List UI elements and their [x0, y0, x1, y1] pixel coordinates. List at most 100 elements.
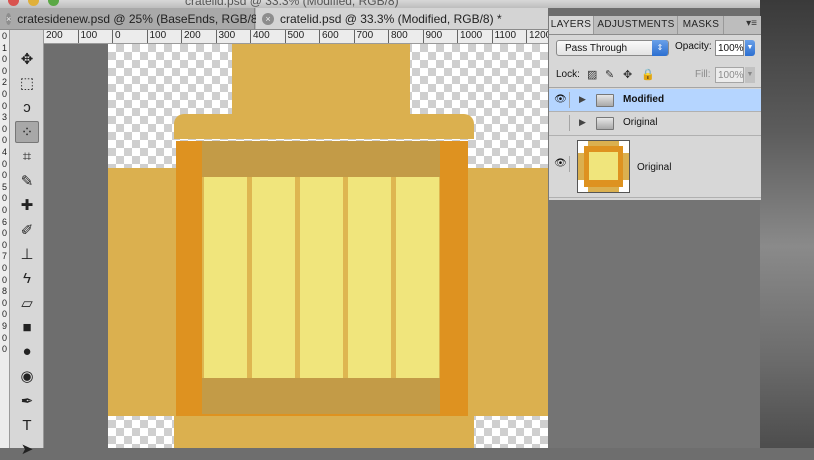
eyedropper-icon[interactable]: ✎ — [15, 170, 39, 192]
ruler-tick-label: 0 — [1, 297, 7, 308]
eraser-icon[interactable]: ▱ — [15, 292, 39, 314]
ruler-tick-label: 1200 — [525, 30, 548, 43]
ruler-tick-label: 500 — [284, 30, 305, 43]
layer-row-original[interactable]: 👁 Original — [549, 136, 761, 198]
stamp-icon[interactable]: ⊥ — [15, 243, 39, 265]
gradient-icon[interactable]: ■ — [15, 316, 39, 338]
crate-plank — [348, 177, 391, 378]
ruler-tick-label: 0 — [1, 89, 7, 99]
ruler-tick-label: 0 — [1, 158, 7, 169]
close-window-icon[interactable] — [8, 0, 19, 6]
ruler-tick-label: 300 — [215, 30, 236, 43]
ruler-tick-label: 100 — [146, 30, 167, 43]
layer-name: Original — [623, 117, 658, 128]
dodge-icon[interactable]: ◉ — [15, 365, 39, 387]
ruler-tick-label: 0 — [1, 135, 7, 146]
visibility-toggle[interactable] — [552, 115, 570, 131]
ruler-tick-label: 6 — [1, 216, 7, 227]
lock-position-icon[interactable]: ✥ — [623, 68, 632, 81]
ruler-tick-label: 800 — [388, 30, 408, 43]
blur-icon[interactable]: ● — [15, 341, 39, 363]
ruler-tick-label: 900 — [422, 30, 443, 43]
ruler-tick-label: 5 — [1, 181, 7, 192]
expand-triangle-icon[interactable]: ▶ — [579, 94, 586, 105]
lock-label: Lock: — [556, 69, 580, 80]
healing-brush-icon[interactable]: ✚ — [15, 194, 39, 216]
doc-tab-cratesidenew[interactable]: × cratesidenew.psd @ 25% (BaseEnds, RGB/… — [0, 8, 262, 29]
crate-plank — [396, 177, 439, 378]
panel-tabs: LAYERS ADJUSTMENTS MASKS ▾≡ — [549, 16, 761, 35]
layer-row-original-group[interactable]: ▶ Original — [549, 112, 761, 136]
tab-masks[interactable]: MASKS — [679, 16, 724, 34]
crate-plank — [252, 177, 295, 378]
layer-row-modified[interactable]: 👁 ▶ Modified — [549, 89, 761, 112]
doc-tab-label: cratesidenew.psd @ 25% (BaseEnds, RGB/8) — [17, 11, 262, 26]
tab-adjustments[interactable]: ADJUSTMENTS — [595, 16, 678, 34]
folder-icon — [596, 117, 614, 130]
document-tab-bar: × cratesidenew.psd @ 25% (BaseEnds, RGB/… — [0, 8, 548, 30]
ruler-tick-label: 1 — [1, 42, 7, 53]
updown-arrows-icon: ⇕ — [652, 40, 668, 56]
lock-transparent-pixels-icon[interactable]: ▨ — [587, 68, 597, 81]
fill-dropdown-icon[interactable]: ▼ — [745, 67, 755, 83]
crate-top-flap — [232, 44, 410, 114]
close-tab-icon[interactable]: × — [6, 12, 12, 25]
tab-layers[interactable]: LAYERS — [549, 16, 594, 34]
zoom-window-icon[interactable] — [48, 0, 59, 6]
doc-tab-cratelid[interactable]: × cratelid.psd @ 33.3% (Modified, RGB/8)… — [256, 8, 548, 29]
visibility-eye-icon[interactable]: 👁 — [552, 156, 570, 172]
horizontal-ruler[interactable]: 200 100 0 100 200 300 400 500 600 700 800 900 1000 11… — [43, 30, 548, 44]
ruler-tick-label: 1000 — [456, 30, 483, 43]
quick-selection-icon[interactable]: ⁘ — [15, 121, 39, 144]
crate-left-flap — [108, 168, 180, 416]
ruler-tick-label: 0 — [1, 228, 7, 239]
ruler-tick-label: 600 — [319, 30, 339, 43]
lock-all-icon[interactable]: 🔒 — [641, 68, 655, 81]
panel-divider — [549, 87, 761, 88]
blend-mode-value: Pass Through — [565, 43, 628, 54]
ruler-tick-label: 0 — [1, 100, 7, 111]
layer-name: Original — [637, 162, 672, 173]
blend-mode-select[interactable]: Pass Through ⇕ — [556, 40, 669, 56]
ruler-tick-label: 3 — [1, 112, 7, 123]
visibility-eye-icon[interactable]: 👁 — [552, 92, 570, 108]
ruler-tick-label: 400 — [250, 30, 270, 43]
path-selection-icon[interactable]: ➤ — [15, 438, 39, 460]
brush-icon[interactable]: ✐ — [15, 219, 39, 241]
fill-field[interactable]: 100% — [715, 67, 744, 83]
ruler-tick-label: 4 — [1, 147, 7, 157]
panel-menu-icon[interactable]: ▾≡ — [746, 18, 757, 29]
ruler-tick-label: 8 — [1, 286, 7, 297]
expand-triangle-icon[interactable]: ▶ — [579, 117, 586, 128]
history-brush-icon[interactable]: ϟ — [15, 268, 39, 290]
ruler-tick-label: 200 — [181, 30, 201, 43]
ruler-tick-label: 7 — [1, 251, 7, 262]
lasso-icon[interactable]: ↄ — [15, 97, 39, 119]
ruler-tick-label: 0 — [1, 309, 7, 320]
opacity-field[interactable]: 100% — [715, 40, 744, 56]
lock-image-pixels-icon[interactable]: ✎ — [605, 68, 614, 81]
move-icon[interactable]: ✥ — [15, 48, 39, 70]
ruler-tick-label: 0 — [1, 239, 7, 250]
crate-bottom-band — [202, 378, 440, 414]
type-icon[interactable]: T — [15, 414, 39, 436]
ruler-tick-label: 700 — [353, 30, 374, 43]
desktop-background — [760, 0, 814, 448]
pen-icon[interactable]: ✒ — [15, 390, 39, 412]
vertical-ruler[interactable]: 0100200300400500600700800900 — [0, 30, 10, 448]
layer-thumbnail — [577, 140, 630, 193]
ruler-tick-label: 0 — [1, 263, 7, 273]
opacity-label: Opacity: — [675, 41, 712, 52]
crate-bottom-shoulder — [174, 416, 474, 448]
minimize-window-icon[interactable] — [28, 0, 39, 6]
ruler-tick-label: 0 — [1, 193, 7, 204]
folder-icon — [596, 94, 614, 107]
window-title: cratelid.psd @ 33.3% (Modified, RGB/8) — [185, 0, 399, 8]
ruler-tick-label: 9 — [1, 321, 7, 331]
crate-right-flap — [464, 168, 548, 416]
document-canvas[interactable] — [44, 44, 548, 448]
opacity-dropdown-icon[interactable]: ▼ — [745, 40, 755, 56]
close-tab-icon[interactable]: × — [262, 12, 274, 25]
crop-icon[interactable]: ⌗ — [15, 146, 39, 168]
marquee-icon[interactable]: ⬚ — [15, 72, 39, 94]
